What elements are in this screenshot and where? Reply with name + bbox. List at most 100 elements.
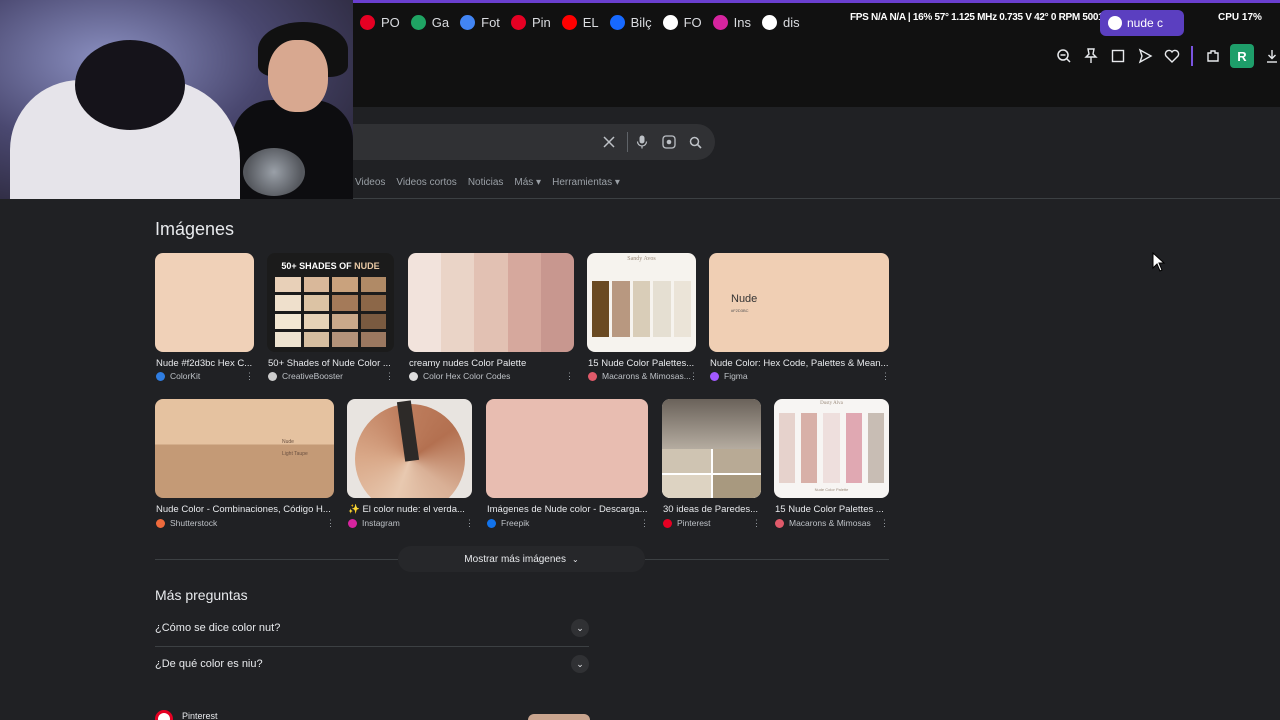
image-thumbnail[interactable]	[486, 399, 648, 498]
image-result[interactable]: creamy nudes Color Palette Color Hex Col…	[408, 253, 575, 383]
bookmark-item[interactable]: Ga	[410, 14, 449, 30]
bookmark-label: PO	[381, 14, 400, 30]
divider	[155, 559, 398, 560]
pin-icon[interactable]	[1081, 46, 1101, 66]
bookmark-item[interactable]: dis	[762, 14, 800, 30]
image-thumbnail[interactable]: Nude Light Taupe	[155, 399, 334, 498]
google-icon	[662, 14, 678, 30]
image-thumbnail[interactable]	[662, 399, 761, 498]
image-result[interactable]: ✨ El color nude: el verda... Instagram	[347, 399, 473, 529]
image-thumbnail[interactable]: Sandy Avos	[587, 253, 696, 352]
source-icon	[409, 371, 418, 381]
microphone-icon[interactable]	[633, 133, 651, 151]
search-tab[interactable]: Videos	[355, 177, 385, 188]
question-item[interactable]: ¿Cómo se dice color nut? ⌄	[155, 610, 589, 646]
image-thumbnail[interactable]	[347, 399, 472, 498]
chevron-down-icon[interactable]: ⌄	[571, 619, 589, 637]
search-tab[interactable]: Más ▾	[514, 177, 541, 188]
more-options-icon[interactable]: ⋮	[880, 518, 889, 529]
more-options-icon[interactable]: ⋮	[326, 518, 335, 529]
more-options-icon[interactable]: ⋮	[752, 518, 761, 529]
thumbnail-footer: Nude Color Palette	[814, 487, 849, 492]
show-more-images-button[interactable]: Mostrar más imágenes ⌄	[398, 546, 645, 572]
image-result[interactable]: 30 ideas de Paredes... Pinterest	[662, 399, 762, 529]
pinterest-icon	[510, 14, 526, 30]
image-title[interactable]: 15 Nude Color Palettes...	[588, 358, 697, 369]
more-options-icon[interactable]: ⋮	[689, 371, 698, 382]
lens-icon[interactable]	[660, 133, 678, 151]
profile-avatar[interactable]: R	[1230, 44, 1254, 68]
image-title[interactable]: creamy nudes Color Palette	[409, 358, 575, 369]
search-tab[interactable]: Videos cortos	[396, 177, 456, 188]
thumbnail-caption: Nude	[731, 293, 758, 305]
send-icon[interactable]	[1135, 46, 1155, 66]
source-icon	[663, 518, 672, 528]
image-result[interactable]: Dusty Alva Nude Color Palette 15 Nude Co…	[774, 399, 890, 529]
search-tab[interactable]: Noticias	[468, 177, 504, 188]
source-icon	[588, 371, 597, 381]
bookmark-item[interactable]: Pin	[510, 14, 551, 30]
search-icon[interactable]	[686, 133, 704, 151]
bookmark-item[interactable]: Ins	[712, 14, 751, 30]
search-divider	[627, 132, 628, 152]
image-thumbnail[interactable]: Dusty Alva Nude Color Palette	[774, 399, 889, 498]
image-result[interactable]: Nude #f2d3bc Hex C... ColorKit	[155, 253, 255, 383]
image-thumbnail[interactable]: 50+ SHADES OF NUDE	[267, 253, 394, 352]
more-options-icon[interactable]: ⋮	[640, 518, 649, 529]
result-thumbnail[interactable]	[528, 714, 590, 720]
source-name: Pinterest	[182, 711, 218, 720]
download-icon[interactable]	[1262, 46, 1280, 66]
google-icon	[1108, 16, 1122, 30]
image-result[interactable]: 50+ SHADES OF NUDE 50+ Shades of Nude Co…	[267, 253, 395, 383]
google-drive-icon	[460, 14, 476, 30]
bookmark-item[interactable]: EL	[561, 14, 599, 30]
image-title[interactable]: ✨ El color nude: el verda...	[348, 504, 472, 515]
image-source: Pinterest	[663, 518, 711, 528]
more-options-icon[interactable]: ⋮	[465, 518, 474, 529]
image-title[interactable]: 30 ideas de Paredes...	[663, 504, 762, 515]
image-source: Shutterstock	[156, 518, 217, 528]
image-thumbnail[interactable]	[155, 253, 254, 352]
thumbnail-subcaption: Light Taupe	[282, 451, 308, 457]
heart-icon[interactable]	[1162, 46, 1182, 66]
more-options-icon[interactable]: ⋮	[385, 371, 394, 382]
image-title[interactable]: Nude Color - Combinaciones, Código H...	[156, 504, 332, 515]
image-result[interactable]: Nude Light Taupe Nude Color - Combinacio…	[155, 399, 335, 529]
bookmark-item[interactable]: Bilç	[609, 14, 652, 30]
c-icon	[762, 14, 777, 30]
search-tab[interactable]: Herramientas ▾	[552, 177, 620, 188]
image-thumbnail[interactable]: Nude #F2D3BC	[709, 253, 889, 352]
search-result-source[interactable]: Pinterest	[155, 710, 218, 720]
browser-window: PO Ga Fot Pin EL Bilç FO Ins dis FPS N/A N/A | 1…	[0, 0, 1280, 720]
thumbnail-caption: Dusty Alva	[820, 401, 843, 406]
bookmark-item[interactable]: FO	[662, 14, 702, 30]
webcam-overlay	[0, 0, 353, 199]
screenshot-icon[interactable]	[1108, 46, 1128, 66]
more-options-icon[interactable]: ⋮	[565, 371, 574, 382]
bookmark-item[interactable]: PO	[360, 14, 400, 30]
chevron-down-icon[interactable]: ⌄	[571, 655, 589, 673]
zoom-out-icon[interactable]	[1054, 46, 1074, 66]
search-input[interactable]	[353, 124, 715, 160]
youtube-icon	[561, 14, 577, 30]
image-result[interactable]: Nude #F2D3BC Nude Color: Hex Code, Palet…	[709, 253, 890, 383]
image-title[interactable]: 50+ Shades of Nude Color ...	[268, 358, 393, 369]
more-options-icon[interactable]: ⋮	[245, 371, 254, 382]
more-options-icon[interactable]: ⋮	[881, 371, 890, 382]
question-item[interactable]: ¿De qué color es niu? ⌄	[155, 646, 589, 682]
image-title[interactable]: Imágenes de Nude color - Descarga...	[487, 504, 649, 515]
bookmark-item[interactable]: Fot	[460, 14, 500, 30]
image-title[interactable]: Nude #f2d3bc Hex C...	[156, 358, 255, 369]
image-result[interactable]: Sandy Avos 15 Nude Color Palettes... Mac…	[587, 253, 697, 383]
question-text: ¿De qué color es niu?	[155, 658, 263, 670]
extensions-icon[interactable]	[1203, 46, 1223, 66]
image-title[interactable]: 15 Nude Color Palettes ...	[775, 504, 890, 515]
image-title[interactable]: Nude Color: Hex Code, Palettes & Mean...	[710, 358, 890, 369]
clear-icon[interactable]	[600, 133, 618, 151]
active-tab[interactable]: nude c	[1100, 10, 1184, 36]
image-result[interactable]: Imágenes de Nude color - Descarga... Fre…	[486, 399, 649, 529]
image-thumbnail[interactable]	[408, 253, 574, 352]
instagram-icon	[712, 14, 728, 30]
bookmark-label: Pin	[531, 14, 551, 30]
chevron-down-icon: ⌄	[572, 554, 579, 564]
